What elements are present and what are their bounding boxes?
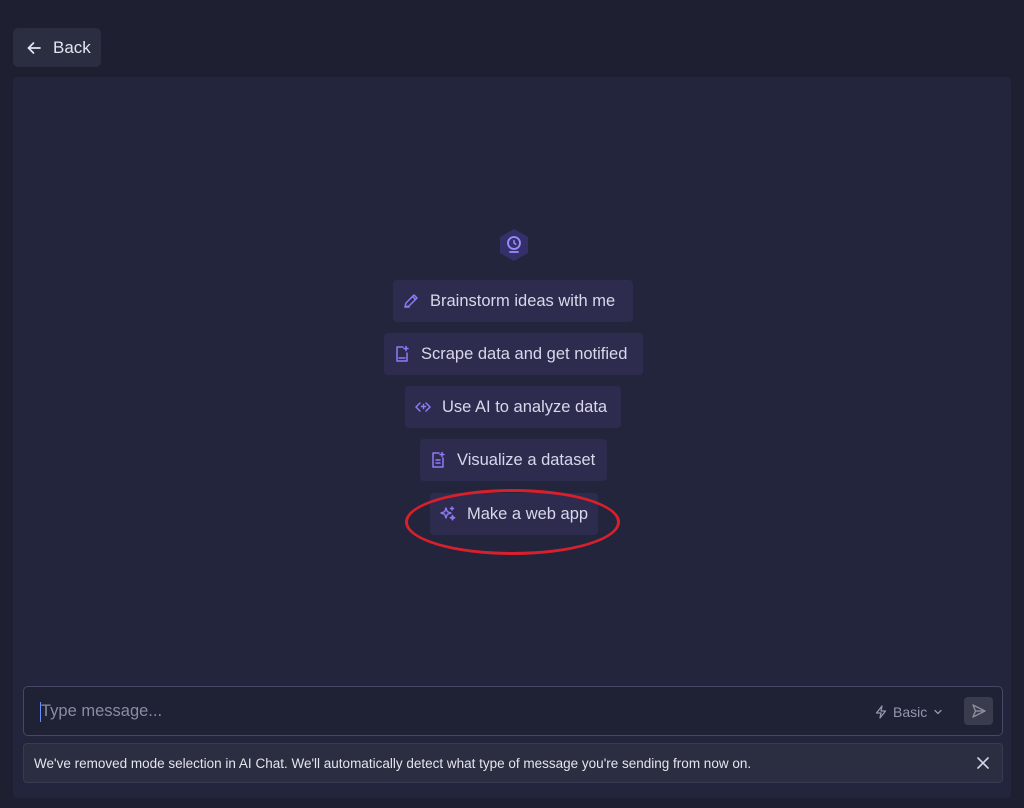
suggestion-label: Use AI to analyze data — [442, 397, 608, 416]
mode-dropdown-value: Basic — [893, 704, 928, 720]
message-composer: Basic — [23, 686, 1003, 736]
sparkles-icon — [439, 505, 457, 523]
suggestion-visualize-dataset[interactable]: Visualize a dataset — [420, 439, 607, 481]
mode-dropdown[interactable]: Basic — [874, 701, 943, 723]
back-button[interactable]: Back — [13, 28, 101, 67]
message-input[interactable] — [41, 696, 841, 726]
mode-removal-notice: We've removed mode selection in AI Chat.… — [23, 743, 1003, 783]
chat-panel: Brainstorm ideas with me Scrape data and… — [13, 77, 1011, 798]
arrow-left-icon — [26, 40, 42, 56]
suggestion-label: Visualize a dataset — [457, 450, 596, 469]
document-sparkle-icon — [393, 345, 411, 363]
suggestion-brainstorm-ideas[interactable]: Brainstorm ideas with me — [393, 280, 633, 322]
suggestion-label: Make a web app — [467, 504, 589, 523]
suggestion-analyze-data[interactable]: Use AI to analyze data — [405, 386, 621, 428]
chart-document-icon — [429, 451, 447, 469]
close-icon[interactable] — [976, 756, 990, 770]
send-icon — [971, 703, 987, 719]
ai-assistant-avatar-icon — [497, 228, 531, 262]
code-sparkle-icon — [414, 398, 432, 416]
suggestion-scrape-data[interactable]: Scrape data and get notified — [384, 333, 643, 375]
send-button[interactable] — [964, 697, 993, 725]
suggestion-make-web-app[interactable]: Make a web app — [430, 493, 598, 535]
chevron-down-icon — [933, 707, 943, 717]
back-button-label: Back — [53, 37, 91, 57]
lightning-icon — [874, 705, 888, 719]
pencil-icon — [402, 292, 420, 310]
suggestion-label: Scrape data and get notified — [421, 344, 628, 363]
notice-text: We've removed mode selection in AI Chat.… — [34, 755, 752, 771]
suggestion-label: Brainstorm ideas with me — [430, 291, 616, 310]
ai-chat-page: Back Brainstorm ideas with me Scrape dat… — [0, 0, 1024, 808]
